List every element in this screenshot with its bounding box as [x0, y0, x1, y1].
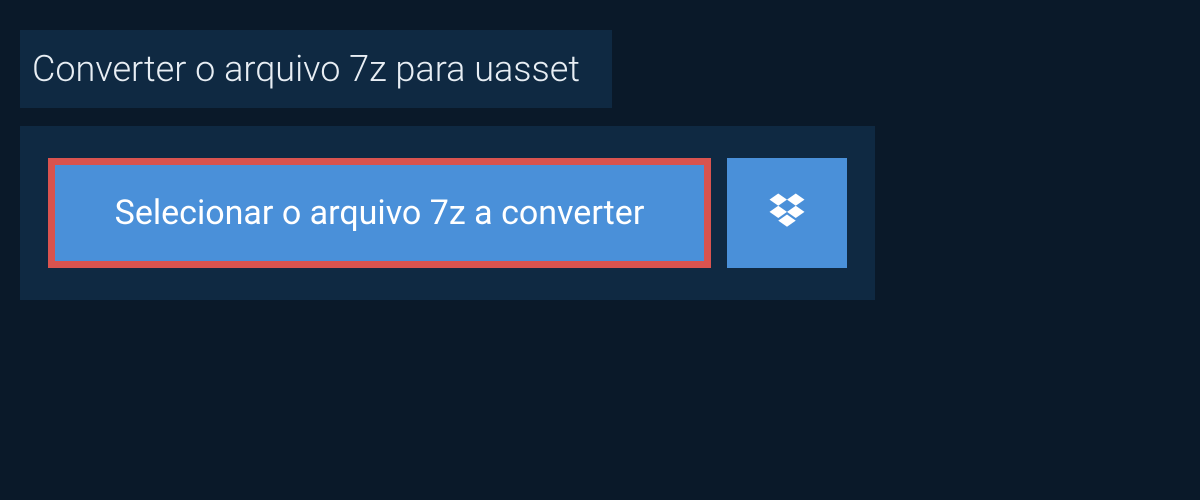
dropbox-icon [766, 190, 808, 236]
dropbox-button[interactable] [727, 158, 847, 268]
select-file-button[interactable]: Selecionar o arquivo 7z a converter [48, 158, 711, 268]
main-container: Converter o arquivo 7z para uasset Selec… [0, 0, 1200, 330]
select-file-button-label: Selecionar o arquivo 7z a converter [115, 193, 645, 233]
button-panel: Selecionar o arquivo 7z a converter [20, 126, 875, 300]
page-title: Converter o arquivo 7z para uasset [20, 30, 612, 108]
